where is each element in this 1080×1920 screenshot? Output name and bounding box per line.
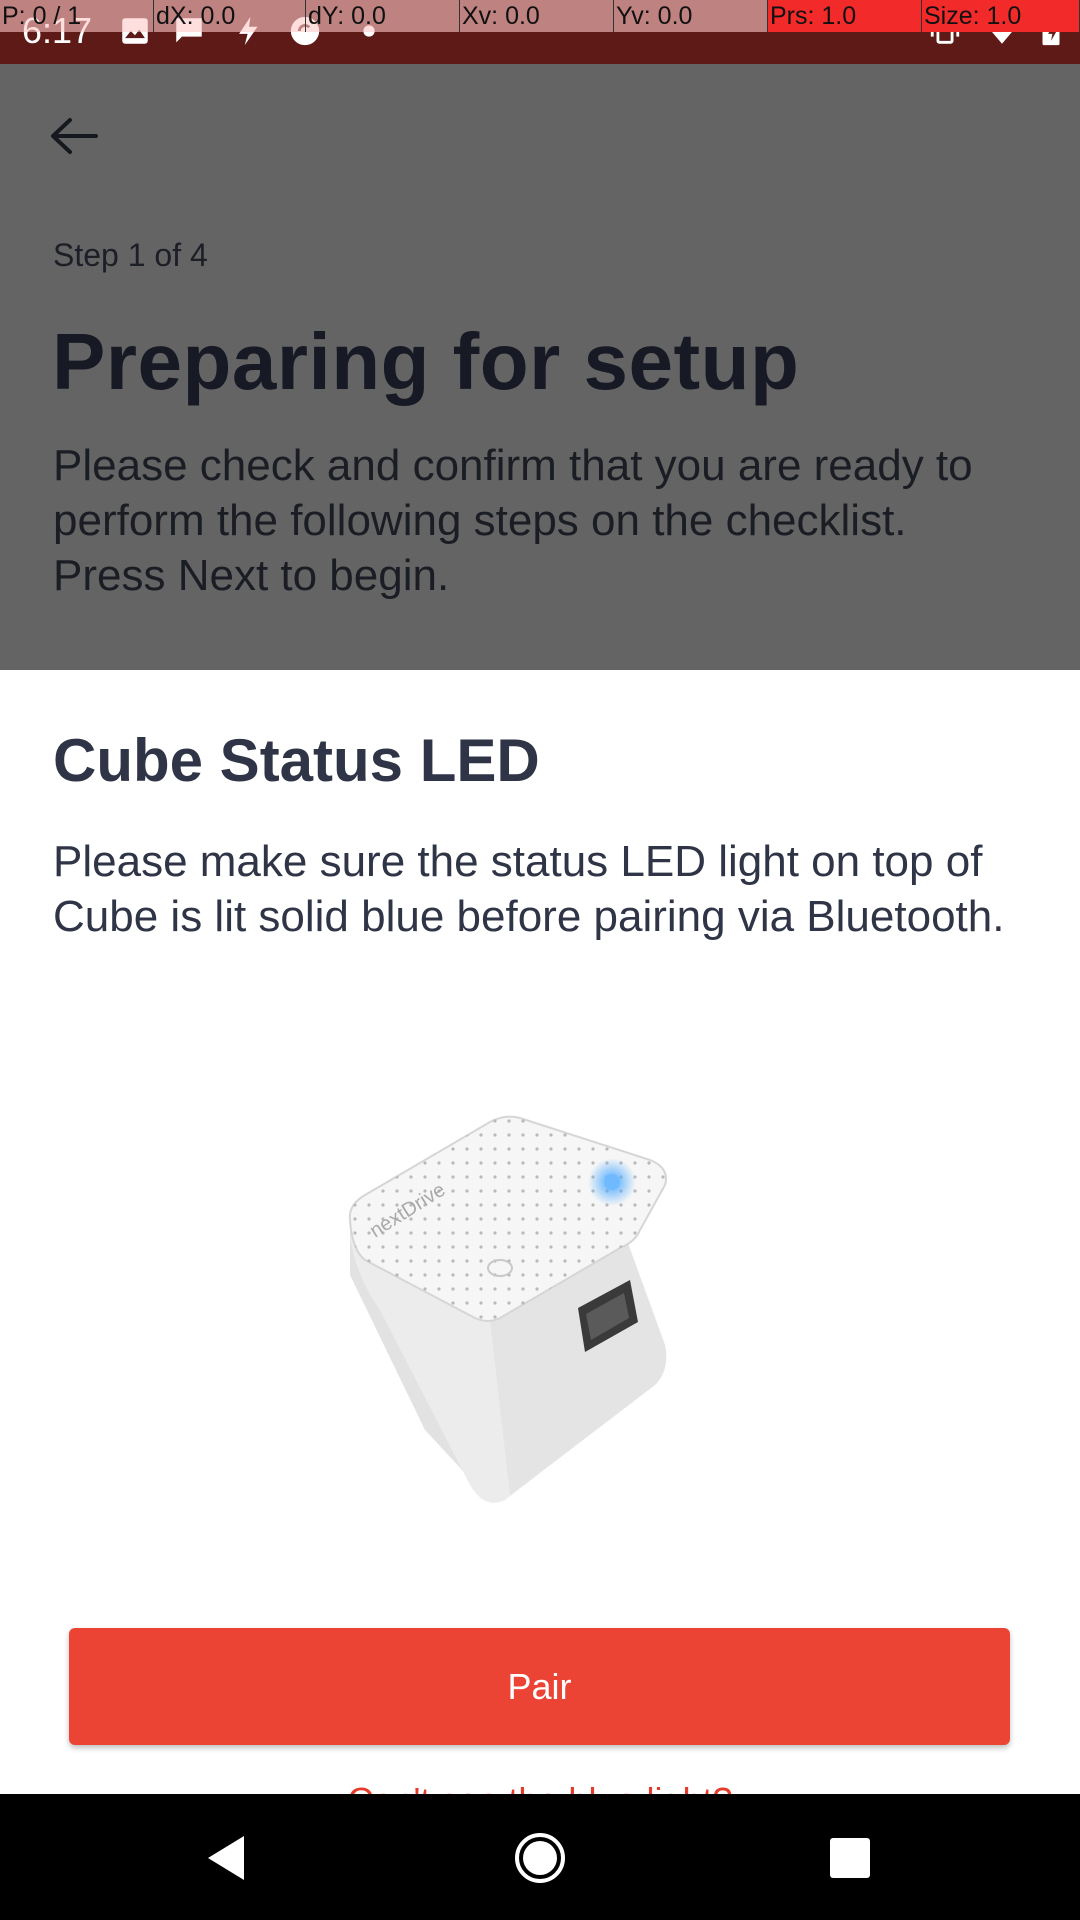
page-title: Preparing for setup bbox=[52, 317, 800, 406]
pointer-yv: Yv: 0.0 bbox=[614, 0, 768, 32]
setup-page-background: Step 1 of 4 Preparing for setup Please c… bbox=[0, 64, 1080, 670]
bottom-sheet: Cube Status LED Please make sure the sta… bbox=[0, 670, 1080, 1794]
intro-text: Please check and confirm that you are re… bbox=[53, 441, 973, 600]
nav-back-icon[interactable] bbox=[200, 1830, 256, 1886]
pointer-dx: dX: 0.0 bbox=[154, 0, 306, 32]
sheet-title: Cube Status LED bbox=[53, 727, 540, 794]
navigation-bar bbox=[0, 1794, 1080, 1920]
cant-see-light-link[interactable]: Can't see the blue light? bbox=[0, 1780, 1080, 1794]
back-arrow-icon[interactable] bbox=[48, 116, 98, 156]
pointer-count: P: 0 / 1 bbox=[0, 0, 154, 32]
pair-button[interactable]: Pair bbox=[69, 1628, 1010, 1745]
step-indicator: Step 1 of 4 bbox=[53, 237, 208, 273]
nav-recents-icon[interactable] bbox=[822, 1830, 878, 1886]
pointer-overlay: P: 0 / 1 dX: 0.0 dY: 0.0 Xv: 0.0 Yv: 0.0… bbox=[0, 0, 1080, 32]
pointer-size: Size: 1.0 bbox=[922, 0, 1080, 32]
pointer-pressure: Prs: 1.0 bbox=[768, 0, 922, 32]
cube-device-image: nextDrive bbox=[348, 1115, 667, 1503]
sheet-description: Please make sure the status LED light on… bbox=[53, 837, 1005, 941]
pointer-xv: Xv: 0.0 bbox=[460, 0, 614, 32]
nav-home-icon[interactable] bbox=[512, 1830, 568, 1886]
pointer-dy: dY: 0.0 bbox=[306, 0, 460, 32]
